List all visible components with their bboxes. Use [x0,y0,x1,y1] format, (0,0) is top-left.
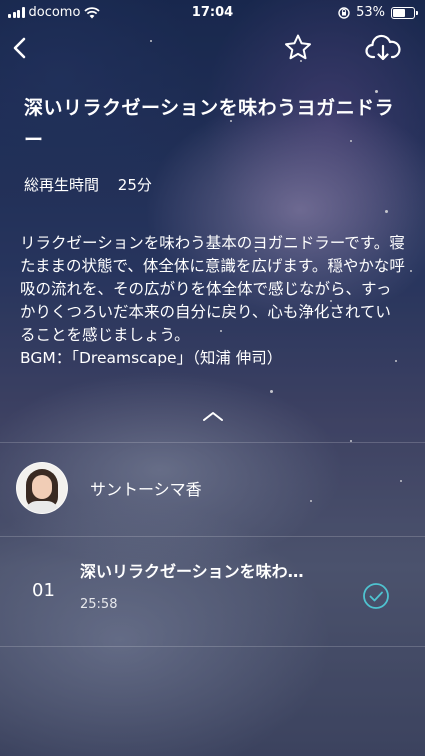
duration-label: 総再生時間 [24,176,100,194]
bgm-credit: BGM：「Dreamscape」（知浦 伸司） [20,349,283,367]
divider [0,646,425,647]
description-text: リラクゼーションを味わう基本のヨガニドラーです。寝たままの状態で、体全体に意識を… [20,234,405,344]
track-row[interactable]: 01 深いリラクゼーションを味わ… 25:58 [0,538,425,644]
track-number: 01 [32,580,55,601]
program-description: リラクゼーションを味わう基本のヨガニドラーです。寝たままの状態で、体全体に意識を… [20,232,405,370]
performer-name: サントーシマ香 [90,480,202,499]
completed-check-icon [363,583,389,609]
divider [0,442,425,443]
track-title: 深いリラクゼーションを味わ… [80,562,304,581]
battery-percent: 53% [356,5,385,20]
performer-row[interactable]: サントーシマ香 [16,462,202,514]
duration-value: 25分 [117,176,152,194]
orientation-lock-icon [338,6,350,19]
track-time: 25:58 [80,597,118,612]
collapse-description-button[interactable] [196,404,230,428]
back-button[interactable] [2,30,38,66]
cloud-download-icon [365,34,401,61]
divider [0,536,425,537]
star-outline-icon [285,34,311,60]
total-duration: 総再生時間 25分 [24,174,166,195]
program-title: 深いリラクゼーションを味わうヨガニドラー [24,97,395,151]
avatar [16,462,68,514]
chevron-left-icon [13,37,26,59]
status-bar: docomo 17:04 53% [0,0,425,26]
chevron-up-icon [203,412,223,421]
battery-icon [391,6,418,19]
favorite-button[interactable] [280,30,316,66]
download-button[interactable] [362,30,404,66]
